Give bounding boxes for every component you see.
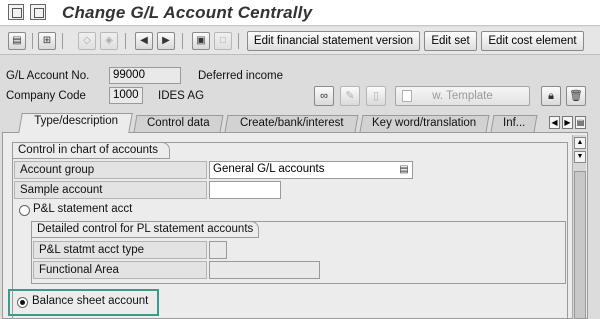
toolbar-separator: [62, 33, 63, 49]
select-icon[interactable]: □: [214, 32, 232, 50]
account-group-field[interactable]: General G/L accounts: [209, 161, 413, 179]
tab-information[interactable]: Inf...: [490, 115, 538, 132]
tab-create-bank-interest[interactable]: Create/bank/interest: [224, 115, 359, 132]
scroll-down-icon[interactable]: ▼: [574, 151, 586, 163]
account-group-label: Account group: [14, 161, 207, 179]
gl-account-field[interactable]: 99000: [109, 67, 181, 84]
toolbar-separator: [182, 33, 183, 49]
account-group-value: General G/L accounts: [213, 163, 325, 175]
chart-of-accounts-group-title: Control in chart of accounts: [12, 142, 170, 159]
edit-set-button[interactable]: Edit set: [424, 31, 477, 51]
balance-sheet-radio[interactable]: [17, 297, 28, 308]
pl-statement-radio[interactable]: [19, 205, 30, 216]
with-template-label: w. Template: [432, 90, 493, 102]
next-icon[interactable]: ▶: [157, 32, 175, 50]
company-code-field[interactable]: 1000: [109, 87, 143, 104]
scroll-up-icon[interactable]: ▲: [574, 137, 586, 149]
gl-account-description: Deferred income: [198, 70, 284, 82]
tab-scroll-left-icon[interactable]: ◀: [549, 116, 560, 129]
glasses-icon[interactable]: ∞: [314, 86, 334, 106]
toolbar-separator: [238, 33, 239, 49]
balance-sheet-radio-label: Balance sheet account: [32, 295, 149, 307]
edit-cost-element-button[interactable]: Edit cost element: [481, 31, 584, 51]
application-toolbar: ▤ ⊞ ◇ ◈ ◀ ▶ ▣ □ Edit financial statement…: [0, 27, 600, 55]
lock-icon[interactable]: 🔒︎: [541, 86, 561, 106]
history-icon[interactable]: [8, 4, 24, 20]
functional-area-field[interactable]: [209, 261, 320, 279]
pl-account-type-label: P&L statmt acct type: [33, 241, 207, 259]
pl-detail-group-title: Detailed control for PL statement accoun…: [31, 221, 259, 238]
template-icon: [402, 90, 412, 102]
tab-list-icon[interactable]: ▤: [575, 116, 586, 129]
dropdown-icon[interactable]: ▤: [398, 164, 410, 176]
title-bar: Change G/L Account Centrally: [0, 0, 600, 26]
toolbar-separator: [125, 33, 126, 49]
edit-icon[interactable]: ✎: [340, 86, 360, 106]
vertical-scrollbar[interactable]: ▲ ▼: [572, 135, 586, 319]
pl-statement-radio-label: P&L statement acct: [33, 203, 133, 215]
company-code-description: IDES AG: [158, 90, 205, 102]
tab-keyword-translation[interactable]: Key word/translation: [359, 115, 490, 132]
save-icon[interactable]: ▤: [8, 32, 26, 50]
hierarchy-icon[interactable]: ⊞: [38, 32, 56, 50]
toolbar-separator: [32, 33, 33, 49]
scroll-thumb[interactable]: [574, 171, 586, 319]
tab-strip: Type/description Control data Create/ban…: [0, 112, 600, 133]
compare-icon[interactable]: ◈: [100, 32, 118, 50]
layout-icon[interactable]: [30, 4, 46, 20]
previous-icon[interactable]: ◀: [135, 32, 153, 50]
document-icon[interactable]: ▯: [366, 86, 386, 106]
with-template-button[interactable]: w. Template: [395, 86, 530, 106]
tab-scroll-right-icon[interactable]: ▶: [562, 116, 573, 129]
tab-control-data[interactable]: Control data: [133, 115, 224, 132]
sample-account-label: Sample account: [14, 181, 207, 199]
pl-account-type-field[interactable]: [209, 241, 227, 259]
functional-area-label: Functional Area: [33, 261, 207, 279]
page-title: Change G/L Account Centrally: [62, 3, 313, 22]
tab-type-description[interactable]: Type/description: [18, 113, 133, 133]
sample-account-field[interactable]: [209, 181, 281, 199]
edit-fs-version-button[interactable]: Edit financial statement version: [247, 31, 420, 51]
print-icon[interactable]: ▣: [192, 32, 210, 50]
other-account-icon[interactable]: ◇: [78, 32, 96, 50]
company-code-label: Company Code: [6, 90, 86, 102]
delete-icon[interactable]: 🗑︎: [566, 86, 586, 106]
gl-account-label: G/L Account No.: [6, 70, 90, 82]
